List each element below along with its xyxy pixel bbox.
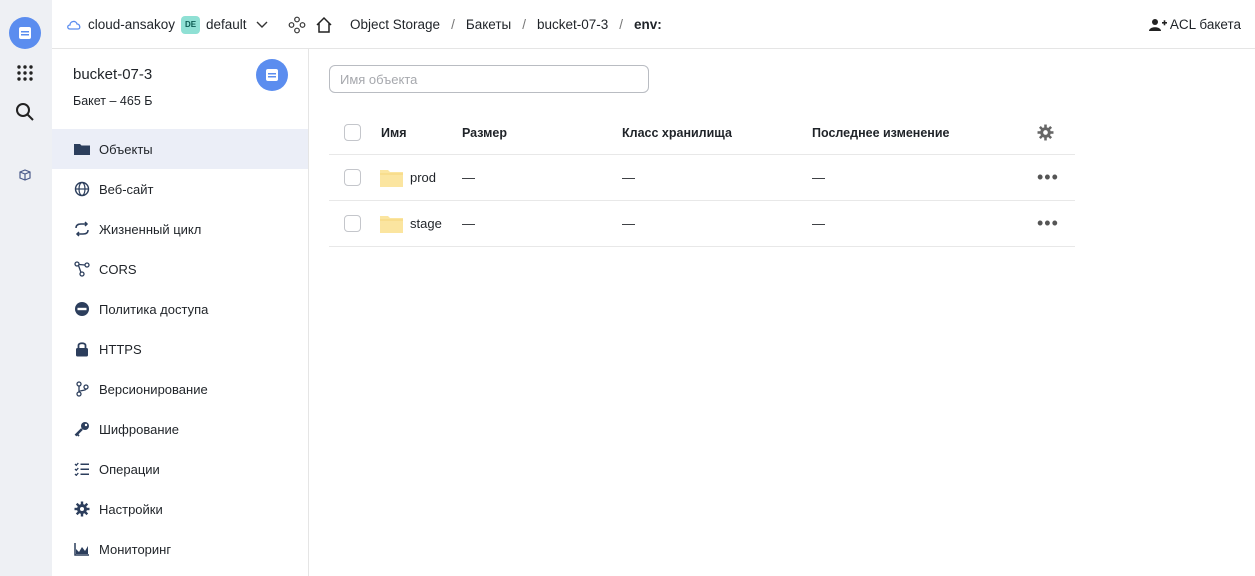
chevron-down-icon [256, 21, 268, 28]
apps-grid-icon[interactable] [12, 60, 38, 86]
breadcrumb: Object Storage / Бакеты / bucket-07-3 / … [350, 17, 662, 32]
no-entry-icon [73, 300, 91, 318]
breadcrumb-buckets[interactable]: Бакеты [466, 17, 511, 32]
cloud-name: cloud-ansakoy [88, 17, 176, 32]
globe-icon [73, 180, 91, 198]
row-name[interactable]: stage [410, 201, 442, 246]
lock-icon [73, 340, 91, 358]
row-size: — [462, 170, 475, 185]
users-icon [1148, 18, 1167, 31]
storage-logo-icon[interactable] [9, 17, 41, 49]
bucket-sidebar: bucket-07-3 Бакет – 465 Б Объекты Веб-са… [52, 49, 309, 576]
box-icon[interactable] [12, 162, 38, 188]
row-size: — [462, 216, 475, 231]
key-icon [73, 420, 91, 438]
folder-icon [380, 155, 403, 200]
row-storage-class: — [622, 216, 635, 231]
row-actions-menu-icon[interactable]: ••• [1037, 155, 1059, 200]
objects-table: Имя Размер Класс хранилища Последнее изм… [329, 111, 1075, 247]
row-last-modified: — [812, 170, 825, 185]
sidebar-item-encryption[interactable]: Шифрование [52, 409, 308, 449]
select-all-checkbox[interactable] [344, 111, 361, 154]
left-rail [0, 0, 52, 576]
acl-button[interactable]: ACL бакета [1148, 0, 1241, 49]
sidebar-item-https[interactable]: HTTPS [52, 329, 308, 369]
cloud-icon [67, 20, 81, 30]
gear-icon [73, 500, 91, 518]
cloud-selector[interactable]: cloud-ansakoy [66, 0, 175, 49]
chart-icon [73, 540, 91, 558]
cycle-icon [73, 220, 91, 238]
acl-label: ACL бакета [1169, 17, 1241, 32]
column-header-size[interactable]: Размер [462, 111, 507, 154]
row-storage-class: — [622, 170, 635, 185]
table-header: Имя Размер Класс хранилища Последнее изм… [329, 111, 1075, 155]
sidebar-item-settings[interactable]: Настройки [52, 489, 308, 529]
row-checkbox[interactable] [344, 155, 361, 200]
search-icon[interactable] [12, 99, 38, 125]
bucket-info: Бакет – 465 Б [73, 94, 153, 108]
folder-icon [73, 140, 91, 158]
home-icon[interactable] [315, 0, 333, 49]
sidebar-item-operations[interactable]: Операции [52, 449, 308, 489]
breadcrumb-object-storage[interactable]: Object Storage [350, 17, 440, 32]
row-actions-menu-icon[interactable]: ••• [1037, 201, 1059, 246]
column-header-storage-class[interactable]: Класс хранилища [622, 111, 732, 154]
breadcrumb-bucket[interactable]: bucket-07-3 [537, 17, 608, 32]
folder-name: default [206, 17, 247, 32]
checklist-icon [73, 460, 91, 478]
column-settings-gear-icon[interactable] [1037, 111, 1054, 154]
bucket-avatar-icon [256, 59, 288, 91]
row-checkbox[interactable] [344, 201, 361, 246]
branch-icon [73, 380, 91, 398]
table-row[interactable]: prod — — — ••• [329, 155, 1075, 201]
sidebar-item-objects[interactable]: Объекты [52, 129, 308, 169]
row-last-modified: — [812, 216, 825, 231]
column-header-last-modified[interactable]: Последнее изменение [812, 111, 949, 154]
sidebar-item-lifecycle[interactable]: Жизненный цикл [52, 209, 308, 249]
object-name-search-input[interactable] [329, 65, 649, 93]
top-header: cloud-ansakoy DE default Object Storage … [52, 0, 1255, 49]
sidebar-item-cors[interactable]: CORS [52, 249, 308, 289]
column-header-name[interactable]: Имя [381, 111, 407, 154]
sidebar-item-access-policy[interactable]: Политика доступа [52, 289, 308, 329]
folder-selector[interactable]: DE default [181, 0, 268, 49]
bucket-name: bucket-07-3 [73, 66, 153, 83]
sidebar-item-monitoring[interactable]: Мониторинг [52, 529, 308, 569]
table-row[interactable]: stage — — — ••• [329, 201, 1075, 247]
row-name[interactable]: prod [410, 155, 436, 200]
folder-badge: DE [181, 15, 200, 34]
resource-graph-icon[interactable] [288, 0, 306, 49]
folder-icon [380, 201, 403, 246]
sidebar-item-website[interactable]: Веб-сайт [52, 169, 308, 209]
cors-icon [73, 260, 91, 278]
sidebar-item-versioning[interactable]: Версионирование [52, 369, 308, 409]
breadcrumb-current: env: [634, 17, 662, 32]
